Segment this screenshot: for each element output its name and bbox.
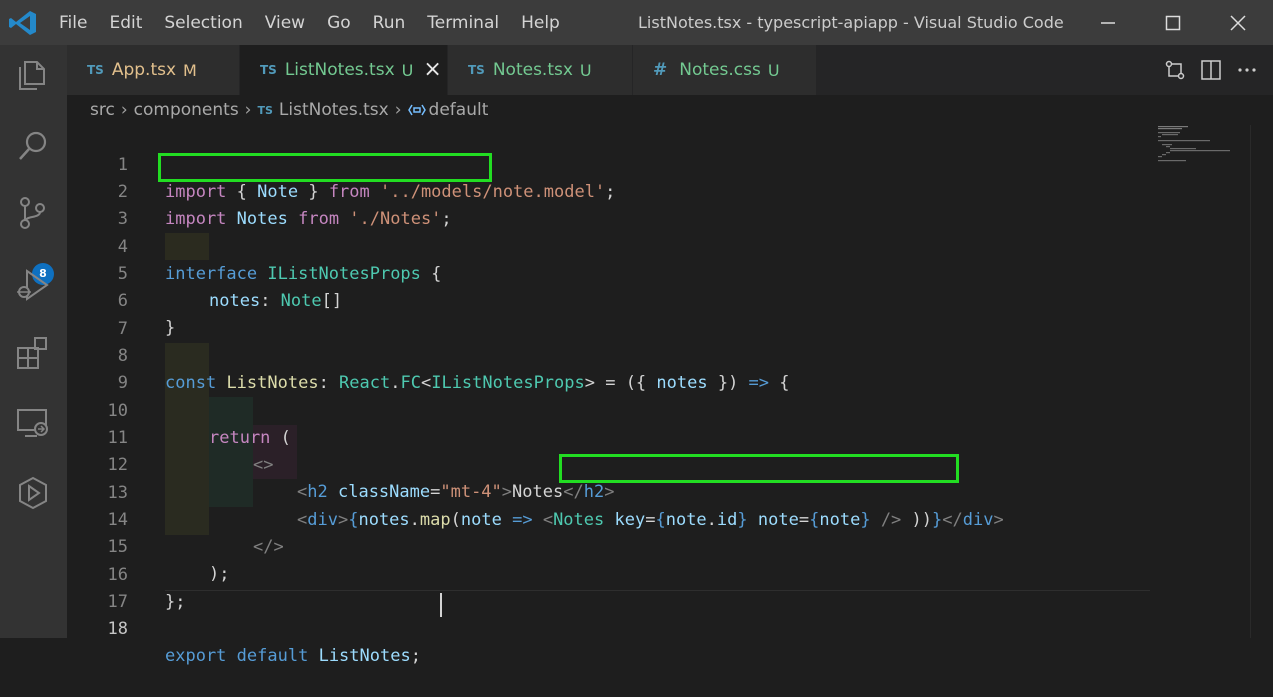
split-editor-button[interactable] [1193,52,1229,88]
tab-notes-css[interactable]: # Notes.css U [633,45,817,95]
code-line: 1 import { Note } from '../models/note.m… [67,125,1167,202]
code-line: 18 export default ListNotes; [67,589,1167,666]
title-bar: File Edit Selection View Go Run Terminal… [0,0,1273,45]
git-status-untracked: U [767,60,780,80]
git-status-untracked: U [579,60,592,80]
breadcrumb-components[interactable]: components [134,100,239,120]
code-line: 4 interface IListNotesProps { [67,207,1167,284]
tab-app-tsx[interactable]: TS App.tsx M [67,45,240,95]
tab-label: Notes.tsx [492,60,573,80]
code-line: 8 const ListNotes: React.FC<IListNotesPr… [67,316,1167,393]
split-editor-icon [1201,60,1221,80]
compare-changes-icon [1165,60,1185,80]
code-line: 6 } [67,261,1167,338]
run-debug-icon[interactable] [15,267,51,303]
menu-run[interactable]: Run [362,13,417,33]
source-control-icon[interactable] [15,195,51,231]
code-line: 11 <> [67,398,1167,475]
symbol-variable-icon [407,104,426,116]
line-number: 18 [107,619,128,639]
minimize-icon [1101,21,1115,24]
chevron-right-icon: › [394,100,402,120]
explorer-icon[interactable] [15,57,51,93]
highlight-box-notes-component [559,454,959,483]
typescript-file-icon: TS [468,63,485,77]
code-line: 12 <h2 className="mt-4">Notes</h2> [67,425,1167,502]
open-changes-button[interactable] [1157,52,1193,88]
maximize-icon [1165,15,1181,30]
typescript-file-icon: TS [87,63,104,77]
activity-bar: 8 [0,45,67,638]
code-line: 7 [67,289,1167,339]
highlight-box-import [158,153,492,182]
tab-label: App.tsx [111,60,177,80]
code-line: 16 }; [67,535,1167,612]
git-status-untracked: U [401,60,414,80]
breadcrumb: src › components › TS ListNotes.tsx › de… [67,95,1273,125]
typescript-file-icon: TS [260,63,277,77]
code-line: 17 [67,562,1167,612]
close-tab-icon[interactable]: × [423,59,441,81]
breadcrumb-src[interactable]: src [90,100,115,120]
maximize-button[interactable] [1138,0,1208,45]
menu-edit[interactable]: Edit [98,13,153,33]
menu-go[interactable]: Go [316,13,362,33]
code-line: 14 </> [67,480,1167,557]
git-status-modified: M [183,60,197,80]
menu-selection[interactable]: Selection [153,13,253,33]
live-share-icon[interactable] [15,475,51,511]
menu-view[interactable]: View [254,13,316,33]
code-line: 5 notes: Note[] [67,234,1167,311]
code-line: 3 [67,179,1167,229]
menu-terminal[interactable]: Terminal [416,13,510,33]
tab-notes-tsx[interactable]: TS Notes.tsx U [448,45,633,95]
minimize-button[interactable] [1073,0,1143,45]
code-line: 15 ); [67,507,1167,584]
vertical-scrollbar[interactable] [1250,125,1273,638]
typescript-file-icon: TS [257,103,273,117]
menu-bar: File Edit Selection View Go Run Terminal… [48,0,571,45]
tab-listnotes-tsx[interactable]: TS ListNotes.tsx U × [240,45,448,95]
extensions-icon[interactable] [15,335,51,371]
editor-actions [1157,45,1273,95]
minimap[interactable] [1152,125,1252,165]
search-icon[interactable] [15,128,51,164]
window-title: ListNotes.tsx - typescript-apiapp - Visu… [638,13,1064,32]
tab-bar: TS App.tsx M TS ListNotes.tsx U × TS Not… [67,45,1273,95]
code-editor[interactable]: 1 import { Note } from '../models/note.m… [67,125,1273,666]
text-cursor [440,593,442,617]
code-line: 9 [67,343,1167,393]
code-text: export default ListNotes; [165,646,421,666]
breadcrumb-file[interactable]: ListNotes.tsx [279,100,389,120]
vscode-logo-icon [9,11,36,35]
close-icon [1230,14,1246,31]
breadcrumb-symbol[interactable]: default [429,100,489,120]
more-actions-button[interactable] [1229,52,1265,88]
css-file-icon: # [653,60,668,80]
remote-explorer-icon[interactable] [15,405,51,441]
tab-label: Notes.css [679,60,761,80]
ellipsis-icon [1238,68,1256,72]
code-line: 10 return ( [67,371,1167,448]
tab-label: ListNotes.tsx [284,60,395,80]
close-window-button[interactable] [1203,0,1273,45]
chevron-right-icon: › [244,100,252,120]
chevron-right-icon: › [120,100,128,120]
menu-file[interactable]: File [48,13,98,33]
